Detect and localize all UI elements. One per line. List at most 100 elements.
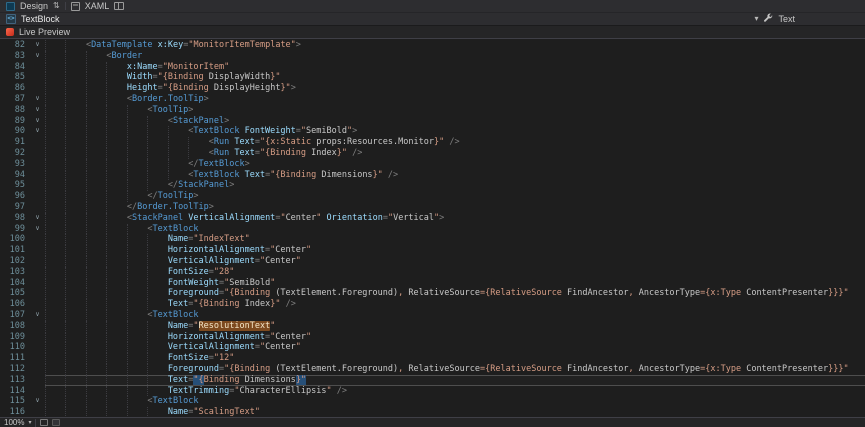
line-number[interactable]: 105 <box>0 288 30 299</box>
code-line-83[interactable]: 83∨<Border <box>0 51 865 62</box>
code-line-109[interactable]: 109HorizontalAlignment="Center" <box>0 332 865 343</box>
line-number[interactable]: 102 <box>0 256 30 267</box>
code-line-91[interactable]: 91<Run Text="{x:Static props:Resources.M… <box>0 137 865 148</box>
code-line-97[interactable]: 97</Border.ToolTip> <box>0 202 865 213</box>
code-line-99[interactable]: 99∨<TextBlock <box>0 224 865 235</box>
line-number[interactable]: 103 <box>0 267 30 278</box>
code-line-82[interactable]: 82∨<DataTemplate x:Key="MonitorItemTempl… <box>0 40 865 51</box>
line-number[interactable]: 109 <box>0 332 30 343</box>
indent-guide <box>86 396 106 407</box>
code-line-108[interactable]: 108Name="ResolutionText" <box>0 321 865 332</box>
line-number[interactable]: 83 <box>0 51 30 62</box>
code-line-115[interactable]: 115∨<TextBlock <box>0 396 865 407</box>
code-line-88[interactable]: 88∨<ToolTip> <box>0 105 865 116</box>
indent-guide <box>65 386 85 397</box>
fold-chevron-icon[interactable]: ∨ <box>30 40 45 51</box>
code-line-84[interactable]: 84x:Name="MonitorItem" <box>0 62 865 73</box>
status-icon-1[interactable] <box>40 419 48 426</box>
code-line-102[interactable]: 102VerticalAlignment="Center" <box>0 256 865 267</box>
line-number[interactable]: 91 <box>0 137 30 148</box>
code-line-110[interactable]: 110VerticalAlignment="Center" <box>0 342 865 353</box>
fold-chevron-icon[interactable]: ∨ <box>30 396 45 407</box>
code-line-113[interactable]: 113Text="{Binding Dimensions}" <box>0 375 865 386</box>
line-number[interactable]: 87 <box>0 94 30 105</box>
chevron-down-icon[interactable]: ▾ <box>754 15 758 23</box>
line-number[interactable]: 96 <box>0 191 30 202</box>
line-number[interactable]: 108 <box>0 321 30 332</box>
line-number[interactable]: 99 <box>0 224 30 235</box>
code-line-85[interactable]: 85Width="{Binding DisplayWidth}" <box>0 72 865 83</box>
code-line-114[interactable]: 114TextTrimming="CharacterEllipsis" /> <box>0 386 865 397</box>
line-number[interactable]: 113 <box>0 375 30 386</box>
code-line-89[interactable]: 89∨<StackPanel> <box>0 116 865 127</box>
code-line-100[interactable]: 100Name="IndexText" <box>0 234 865 245</box>
swap-panes-icon[interactable]: ⇅ <box>53 2 60 10</box>
line-number[interactable]: 97 <box>0 202 30 213</box>
zoom-level[interactable]: 100% <box>4 418 24 427</box>
line-number[interactable]: 85 <box>0 72 30 83</box>
line-number[interactable]: 94 <box>0 170 30 181</box>
code-line-101[interactable]: 101HorizontalAlignment="Center" <box>0 245 865 256</box>
line-number[interactable]: 93 <box>0 159 30 170</box>
line-number[interactable]: 89 <box>0 116 30 127</box>
fold-chevron-icon[interactable]: ∨ <box>30 116 45 127</box>
code-line-96[interactable]: 96</ToolTip> <box>0 191 865 202</box>
status-icon-2[interactable] <box>52 419 60 426</box>
fold-chevron-icon[interactable]: ∨ <box>30 310 45 321</box>
line-number[interactable]: 84 <box>0 62 30 73</box>
code-line-87[interactable]: 87∨<Border.ToolTip> <box>0 94 865 105</box>
line-number[interactable]: 104 <box>0 278 30 289</box>
breadcrumb-property[interactable]: Text <box>778 14 795 24</box>
code-line-90[interactable]: 90∨<TextBlock FontWeight="SemiBold"> <box>0 126 865 137</box>
fold-chevron-icon[interactable]: ∨ <box>30 213 45 224</box>
line-number[interactable]: 86 <box>0 83 30 94</box>
line-number[interactable]: 88 <box>0 105 30 116</box>
fold-chevron-icon[interactable]: ∨ <box>30 126 45 137</box>
line-number[interactable]: 115 <box>0 396 30 407</box>
fold-chevron-icon[interactable]: ∨ <box>30 94 45 105</box>
indent-guide <box>168 170 188 181</box>
code-line-93[interactable]: 93</TextBlock> <box>0 159 865 170</box>
line-number[interactable]: 114 <box>0 386 30 397</box>
code-line-111[interactable]: 111FontSize="12" <box>0 353 865 364</box>
line-number[interactable]: 82 <box>0 40 30 51</box>
code-line-104[interactable]: 104FontWeight="SemiBold" <box>0 278 865 289</box>
code-line-105[interactable]: 105Foreground="{Binding (TextElement.For… <box>0 288 865 299</box>
zoom-dropdown-icon[interactable]: ▾ <box>28 420 31 426</box>
line-number[interactable]: 100 <box>0 234 30 245</box>
live-preview-tab[interactable]: Live Preview <box>19 27 70 37</box>
fold-chevron-icon[interactable]: ∨ <box>30 51 45 62</box>
code-editor[interactable]: 82∨<DataTemplate x:Key="MonitorItemTempl… <box>0 39 865 417</box>
line-number[interactable]: 98 <box>0 213 30 224</box>
line-number[interactable]: 90 <box>0 126 30 137</box>
indent-guide <box>106 310 126 321</box>
line-number[interactable]: 95 <box>0 180 30 191</box>
code-line-116[interactable]: 116Name="ScalingText" <box>0 407 865 417</box>
line-number[interactable]: 101 <box>0 245 30 256</box>
line-number[interactable]: 112 <box>0 364 30 375</box>
code-line-106[interactable]: 106Text="{Binding Index}" /> <box>0 299 865 310</box>
line-number[interactable]: 116 <box>0 407 30 417</box>
code-line-98[interactable]: 98∨<StackPanel VerticalAlignment="Center… <box>0 213 865 224</box>
fold-gutter <box>30 148 45 159</box>
indent-guide <box>106 83 126 94</box>
line-number[interactable]: 110 <box>0 342 30 353</box>
split-pane-icon[interactable] <box>114 2 124 10</box>
breadcrumb-element[interactable]: TextBlock <box>21 14 60 24</box>
code-line-92[interactable]: 92<Run Text="{Binding Index}" /> <box>0 148 865 159</box>
fold-chevron-icon[interactable]: ∨ <box>30 105 45 116</box>
xaml-tab-label[interactable]: XAML <box>85 1 110 11</box>
indent-guide <box>127 332 147 343</box>
code-line-103[interactable]: 103FontSize="28" <box>0 267 865 278</box>
line-number[interactable]: 107 <box>0 310 30 321</box>
code-line-86[interactable]: 86Height="{Binding DisplayHeight}"> <box>0 83 865 94</box>
line-number[interactable]: 111 <box>0 353 30 364</box>
code-line-94[interactable]: 94<TextBlock Text="{Binding Dimensions}"… <box>0 170 865 181</box>
design-tab-label[interactable]: Design <box>20 1 48 11</box>
code-line-107[interactable]: 107∨<TextBlock <box>0 310 865 321</box>
line-number[interactable]: 92 <box>0 148 30 159</box>
code-line-95[interactable]: 95</StackPanel> <box>0 180 865 191</box>
line-number[interactable]: 106 <box>0 299 30 310</box>
code-line-112[interactable]: 112Foreground="{Binding (TextElement.For… <box>0 364 865 375</box>
fold-chevron-icon[interactable]: ∨ <box>30 224 45 235</box>
